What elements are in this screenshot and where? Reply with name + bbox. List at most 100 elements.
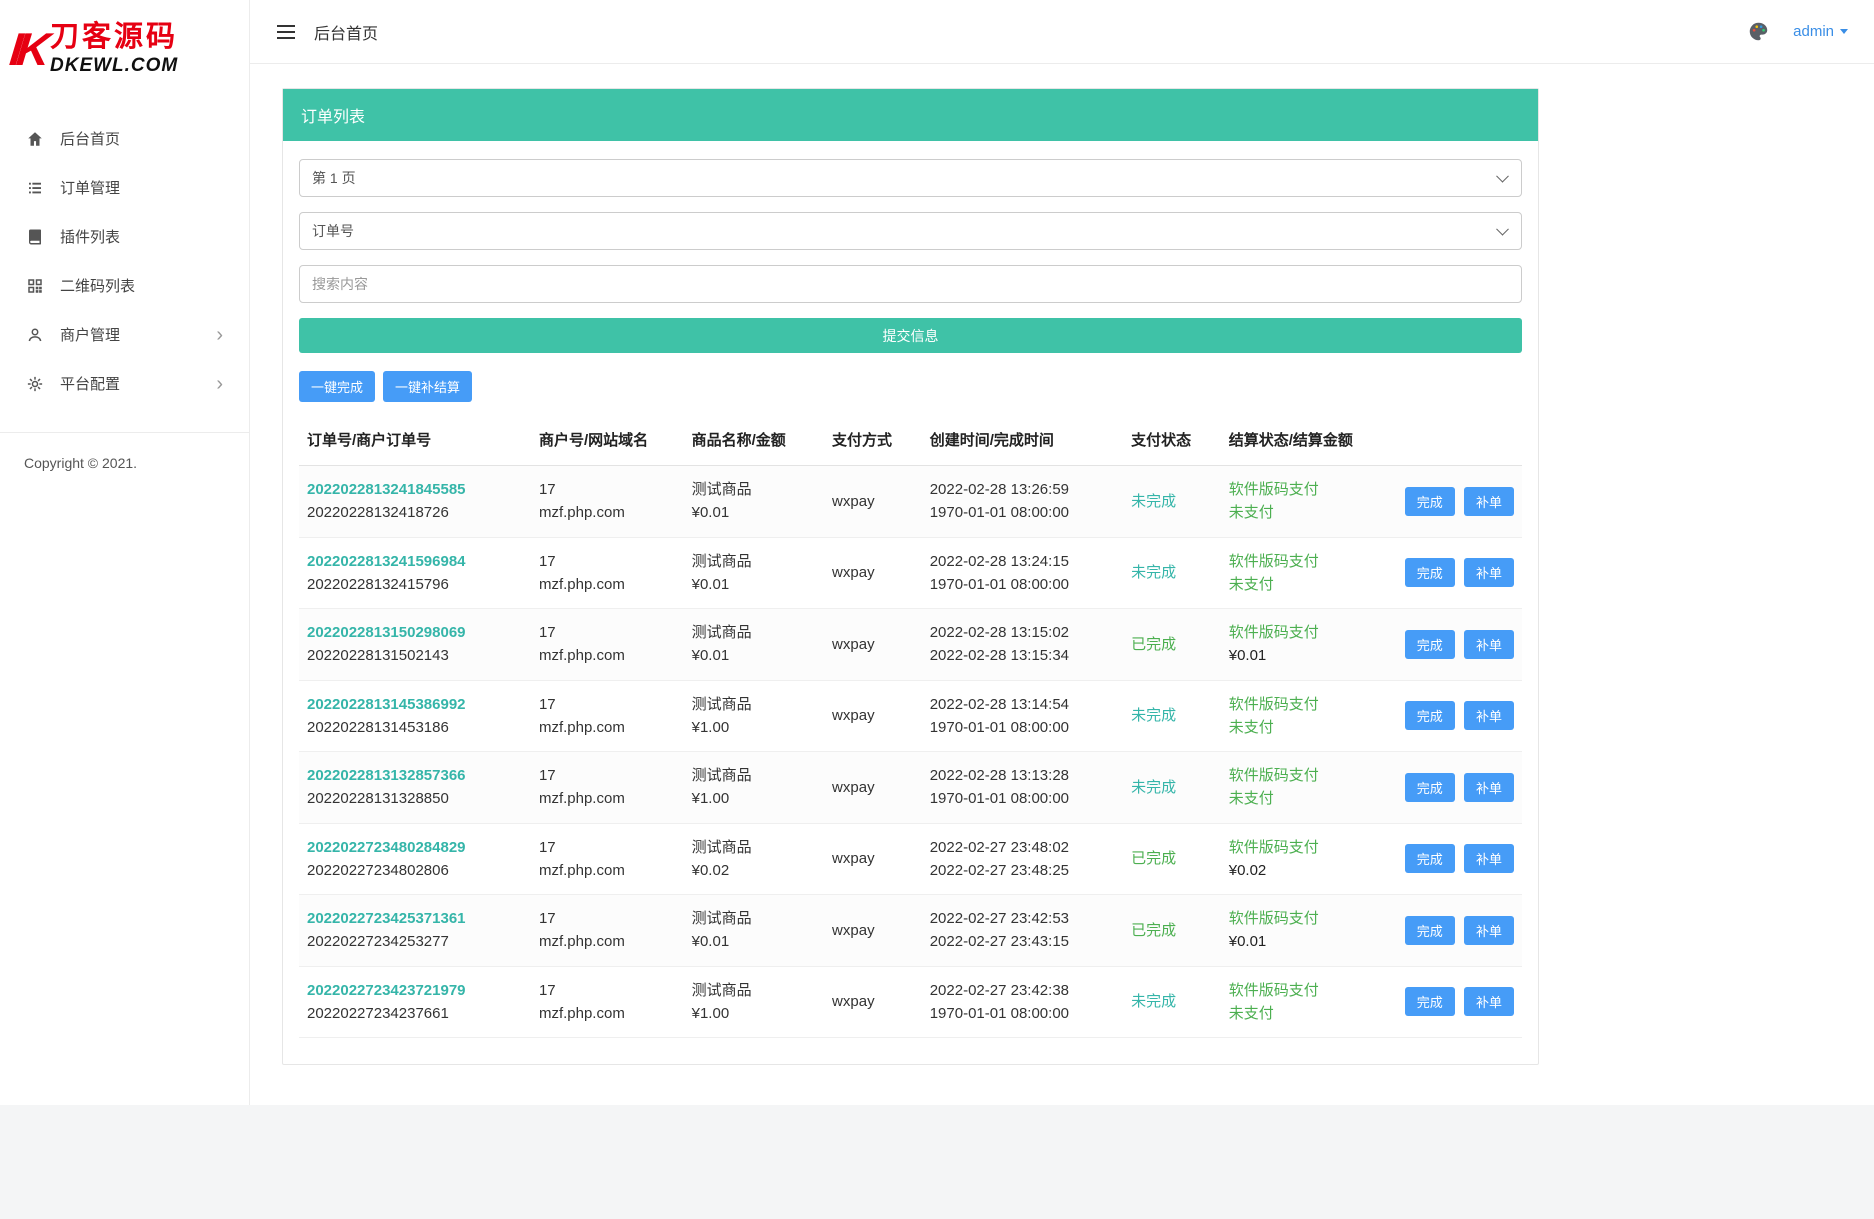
bulk-settle-button[interactable]: 一键补结算	[383, 371, 472, 402]
settle-cell: 软件版码支付 未支付	[1221, 466, 1392, 538]
settle-method: 软件版码支付	[1229, 621, 1384, 644]
submit-button[interactable]: 提交信息	[299, 318, 1522, 353]
complete-button[interactable]: 完成	[1405, 844, 1455, 873]
hamburger-menu-icon[interactable]	[276, 24, 296, 40]
pay-method: wxpay	[824, 823, 922, 895]
order-number-link[interactable]: 2022022813241845585	[307, 478, 466, 501]
row-actions-cell: 完成 补单	[1392, 609, 1522, 681]
complete-button[interactable]: 完成	[1405, 558, 1455, 587]
sidebar-menu: 后台首页订单管理插件列表二维码列表商户管理›平台配置›	[0, 98, 249, 408]
chevron-right-icon: ›	[216, 325, 223, 345]
table-row: 2022022723480284829 20220227234802806 17…	[299, 823, 1522, 895]
product-amount: ¥0.01	[692, 501, 816, 524]
merchant-id: 17	[539, 478, 676, 501]
orders-tbody: 2022022813241845585 20220228132418726 17…	[299, 466, 1522, 1038]
sidebar-item-home[interactable]: 后台首页	[0, 114, 249, 163]
merchant-id: 17	[539, 693, 676, 716]
settle-method: 软件版码支付	[1229, 836, 1384, 859]
created-time: 2022-02-28 13:15:02	[930, 621, 1115, 644]
search-field-select[interactable]: 订单号	[299, 212, 1522, 250]
sidebar-item-platform[interactable]: 平台配置›	[0, 359, 249, 408]
order-number-cell: 2022022723480284829 20220227234802806	[299, 823, 531, 895]
product-cell: 测试商品 ¥1.00	[684, 680, 824, 752]
supplement-button[interactable]: 补单	[1464, 916, 1514, 945]
completed-time: 1970-01-01 08:00:00	[930, 787, 1115, 810]
time-cell: 2022-02-28 13:13:28 1970-01-01 08:00:00	[922, 752, 1123, 824]
supplement-button[interactable]: 补单	[1464, 487, 1514, 516]
merchant-cell: 17 mzf.php.com	[531, 966, 684, 1038]
field-select-wrap: 订单号	[299, 212, 1522, 250]
settle-method: 软件版码支付	[1229, 907, 1384, 930]
order-number-link[interactable]: 2022022723480284829	[307, 836, 466, 859]
column-header: 支付方式	[824, 414, 922, 466]
table-row: 2022022813145386992 20220228131453186 17…	[299, 680, 1522, 752]
merchant-id: 17	[539, 764, 676, 787]
order-number-cell: 2022022723425371361 20220227234253277	[299, 895, 531, 967]
complete-button[interactable]: 完成	[1405, 701, 1455, 730]
complete-button[interactable]: 完成	[1405, 487, 1455, 516]
supplement-button[interactable]: 补单	[1464, 844, 1514, 873]
qrcode-icon	[26, 277, 44, 295]
merchant-order-number: 20220228131328850	[307, 787, 523, 810]
settle-cell: 软件版码支付 未支付	[1221, 680, 1392, 752]
settle-cell: 软件版码支付 ¥0.01	[1221, 609, 1392, 681]
settle-amount: ¥0.01	[1229, 930, 1384, 953]
order-number-link[interactable]: 2022022813150298069	[307, 621, 466, 644]
merchant-order-number: 20220227234253277	[307, 930, 523, 953]
column-header: 创建时间/完成时间	[922, 414, 1123, 466]
supplement-button[interactable]: 补单	[1464, 987, 1514, 1016]
sidebar-item-orders[interactable]: 订单管理	[0, 163, 249, 212]
settle-amount: ¥0.01	[1229, 644, 1384, 667]
supplement-button[interactable]: 补单	[1464, 630, 1514, 659]
pay-method: wxpay	[824, 752, 922, 824]
merchant-icon	[26, 326, 44, 344]
time-cell: 2022-02-28 13:26:59 1970-01-01 08:00:00	[922, 466, 1123, 538]
complete-button[interactable]: 完成	[1405, 630, 1455, 659]
time-cell: 2022-02-28 13:14:54 1970-01-01 08:00:00	[922, 680, 1123, 752]
content: 订单列表 第 1 页 订单号 提交信	[250, 64, 1874, 1105]
sidebar-item-merchants[interactable]: 商户管理›	[0, 310, 249, 359]
order-number-link[interactable]: 2022022813132857366	[307, 764, 466, 787]
pay-method: wxpay	[824, 609, 922, 681]
row-actions-cell: 完成 补单	[1392, 895, 1522, 967]
table-row: 2022022723423721979 20220227234237661 17…	[299, 966, 1522, 1038]
bulk-complete-button[interactable]: 一键完成	[299, 371, 375, 402]
complete-button[interactable]: 完成	[1405, 916, 1455, 945]
product-cell: 测试商品 ¥1.00	[684, 966, 824, 1038]
merchant-order-number: 20220228131502143	[307, 644, 523, 667]
pay-method: wxpay	[824, 966, 922, 1038]
merchant-cell: 17 mzf.php.com	[531, 680, 684, 752]
pay-status: 未完成	[1131, 779, 1176, 796]
user-menu[interactable]: admin	[1793, 23, 1848, 40]
sidebar-item-plugins[interactable]: 插件列表	[0, 212, 249, 261]
sidebar-item-qrcodes[interactable]: 二维码列表	[0, 261, 249, 310]
page-select[interactable]: 第 1 页	[299, 159, 1522, 197]
order-number-link[interactable]: 2022022813241596984	[307, 550, 466, 573]
order-number-link[interactable]: 2022022723425371361	[307, 907, 466, 930]
order-number-cell: 2022022813150298069 20220228131502143	[299, 609, 531, 681]
supplement-button[interactable]: 补单	[1464, 558, 1514, 587]
pay-method: wxpay	[824, 466, 922, 538]
time-cell: 2022-02-27 23:48:02 2022-02-27 23:48:25	[922, 823, 1123, 895]
order-number-link[interactable]: 2022022723423721979	[307, 979, 466, 1002]
product-name: 测试商品	[692, 907, 816, 930]
search-input[interactable]	[299, 265, 1522, 303]
pay-method: wxpay	[824, 680, 922, 752]
pay-status: 已完成	[1131, 850, 1176, 867]
column-header: 商户号/网站域名	[531, 414, 684, 466]
theme-palette-icon[interactable]	[1748, 21, 1769, 42]
column-header: 结算状态/结算金额	[1221, 414, 1392, 466]
settle-cell: 软件版码支付 未支付	[1221, 537, 1392, 609]
created-time: 2022-02-27 23:48:02	[930, 836, 1115, 859]
supplement-button[interactable]: 补单	[1464, 773, 1514, 802]
logo[interactable]: IK 刀客源码 DKEWL.COM	[0, 0, 249, 98]
pay-status-cell: 未完成	[1123, 537, 1221, 609]
order-number-cell: 2022022813145386992 20220228131453186	[299, 680, 531, 752]
supplement-button[interactable]: 补单	[1464, 701, 1514, 730]
table-row: 2022022723425371361 20220227234253277 17…	[299, 895, 1522, 967]
complete-button[interactable]: 完成	[1405, 773, 1455, 802]
order-number-link[interactable]: 2022022813145386992	[307, 693, 466, 716]
site-domain: mzf.php.com	[539, 787, 676, 810]
complete-button[interactable]: 完成	[1405, 987, 1455, 1016]
site-domain: mzf.php.com	[539, 930, 676, 953]
